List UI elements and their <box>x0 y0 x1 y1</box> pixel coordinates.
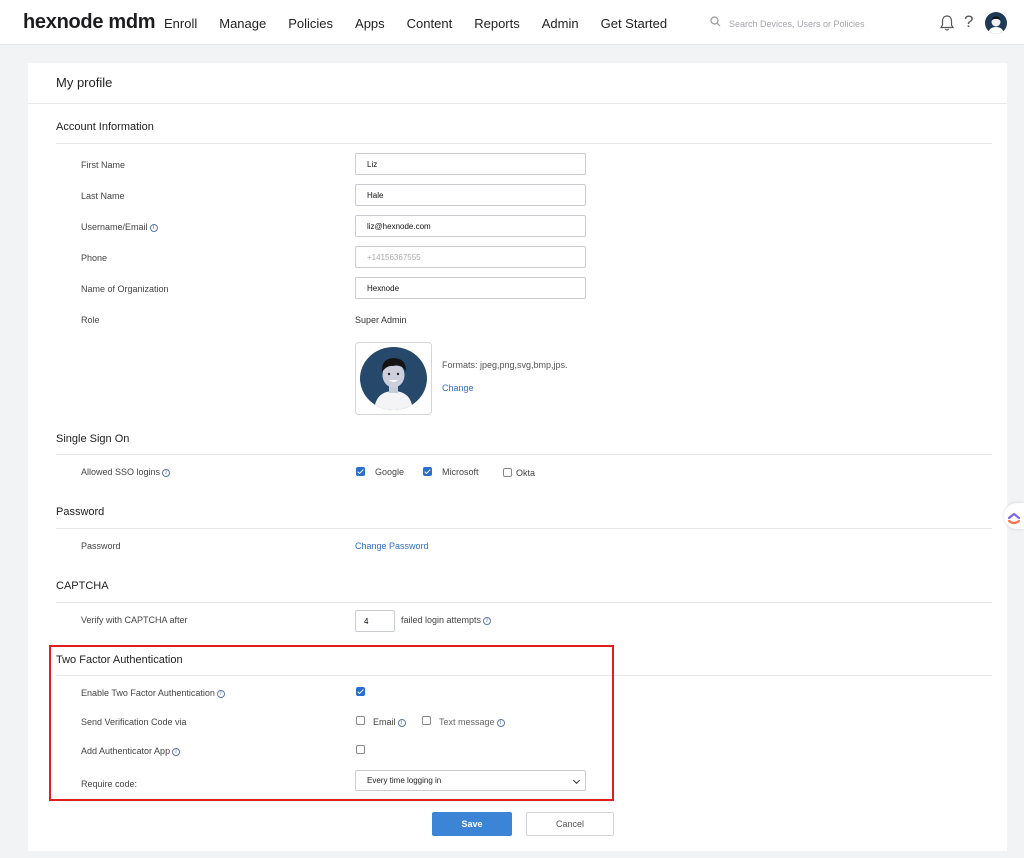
global-search <box>710 15 920 33</box>
sso-label-text: Allowed SSO logins <box>81 467 161 477</box>
highlight-box <box>49 645 614 801</box>
info-icon[interactable]: i <box>162 468 171 477</box>
username-label: Username/Email i <box>81 222 158 232</box>
divider <box>56 143 992 144</box>
nav-reports[interactable]: Reports <box>474 16 520 31</box>
role-label: Role <box>81 315 100 325</box>
org-label: Name of Organization <box>81 284 169 294</box>
phone-label: Phone <box>81 253 108 263</box>
info-icon[interactable]: i <box>483 616 492 625</box>
nav-apps[interactable]: Apps <box>355 16 385 31</box>
nav-get-started[interactable]: Get Started <box>601 16 667 31</box>
profile-photo-circle <box>360 347 427 410</box>
captcha-label: Verify with CAPTCHA after <box>81 615 188 625</box>
save-button[interactable]: Save <box>432 812 512 836</box>
username-field[interactable] <box>355 215 586 237</box>
search-input[interactable] <box>729 15 919 33</box>
sso-okta-label: Okta <box>516 468 536 478</box>
captcha-suffix: failed login attempts i <box>401 615 492 625</box>
profile-card: My profile Account Information First Nam… <box>28 63 1007 851</box>
nav-enroll[interactable]: Enroll <box>164 16 197 31</box>
captcha-attempts-input[interactable] <box>355 610 395 632</box>
nav-manage[interactable]: Manage <box>219 16 266 31</box>
last-name-field[interactable] <box>355 184 586 206</box>
main-nav: Enroll Manage Policies Apps Content Repo… <box>164 16 689 31</box>
section-sso: Single Sign On <box>56 433 130 445</box>
nav-content[interactable]: Content <box>407 16 453 31</box>
change-photo-link[interactable]: Change <box>442 383 474 393</box>
sso-label: Allowed SSO logins i <box>81 467 171 477</box>
cancel-button[interactable]: Cancel <box>526 812 614 836</box>
password-label: Password <box>81 541 121 551</box>
section-captcha: CAPTCHA <box>56 580 109 592</box>
floating-widget[interactable] <box>1004 503 1024 529</box>
nav-policies[interactable]: Policies <box>288 16 333 31</box>
search-icon <box>710 16 721 27</box>
first-name-label: First Name <box>81 160 126 170</box>
divider <box>28 103 1007 104</box>
avatar[interactable] <box>985 12 1007 34</box>
bell-icon[interactable] <box>939 14 955 32</box>
help-icon[interactable]: ? <box>964 12 973 32</box>
sso-okta-checkbox[interactable] <box>503 468 512 477</box>
captcha-suffix-text: failed login attempts <box>401 615 482 625</box>
username-label-text: Username/Email <box>81 222 148 232</box>
profile-photo <box>355 342 432 415</box>
last-name-label: Last Name <box>81 191 125 201</box>
change-password-link[interactable]: Change Password <box>355 541 429 551</box>
role-value: Super Admin <box>355 315 407 325</box>
section-password: Password <box>56 506 105 518</box>
divider <box>56 602 992 603</box>
sso-microsoft-label: Microsoft <box>442 467 479 477</box>
nav-admin[interactable]: Admin <box>542 16 579 31</box>
sso-google-label: Google <box>375 467 405 477</box>
user-avatar-icon <box>374 358 413 410</box>
user-avatar-icon <box>988 16 1004 34</box>
photo-formats: Formats: jpeg,png,svg,bmp,jps. <box>442 360 568 370</box>
first-name-field[interactable] <box>355 153 586 175</box>
logo[interactable]: hexnode mdm <box>23 11 156 34</box>
org-field[interactable] <box>355 277 586 299</box>
divider <box>56 528 992 529</box>
sso-microsoft-checkbox[interactable] <box>423 467 432 476</box>
page-title: My profile <box>56 75 113 90</box>
info-icon[interactable]: i <box>149 223 158 232</box>
section-account-info: Account Information <box>56 121 154 133</box>
sso-google-checkbox[interactable] <box>356 467 365 476</box>
clickup-icon <box>1007 512 1021 525</box>
phone-field[interactable] <box>355 246 586 268</box>
top-bar: hexnode mdm Enroll Manage Policies Apps … <box>0 0 1024 45</box>
divider <box>56 454 992 455</box>
